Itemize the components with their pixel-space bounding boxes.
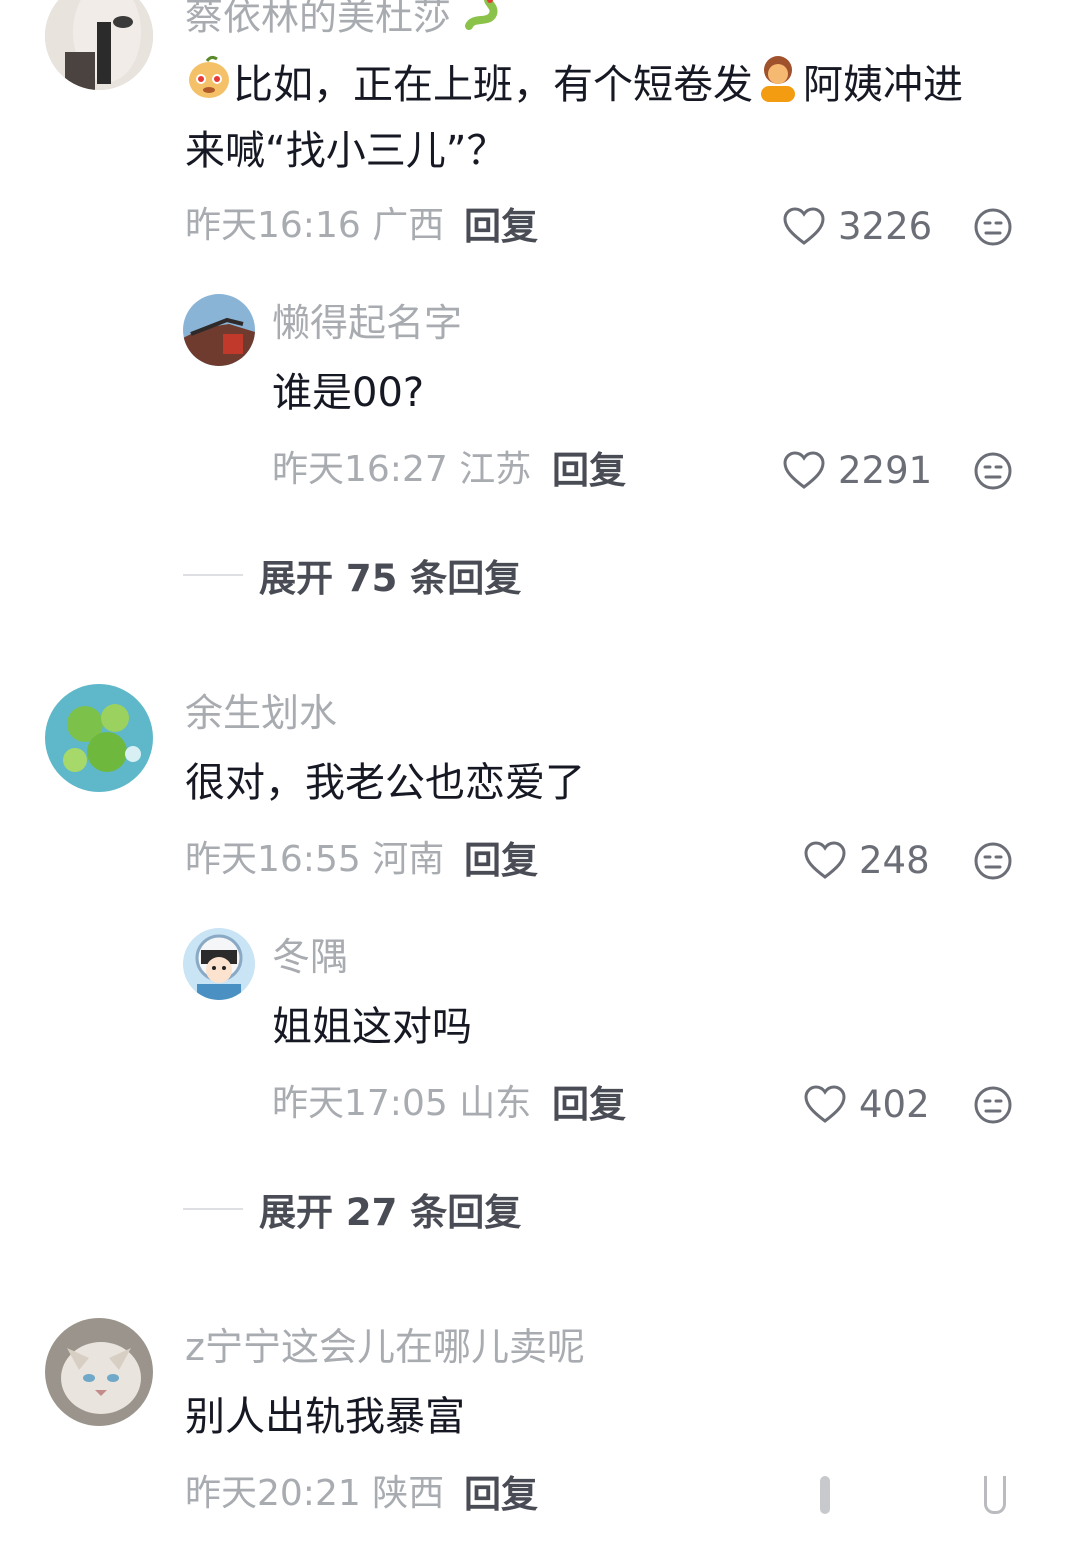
like-button-partial[interactable] [820,1476,830,1514]
divider [183,574,243,576]
reply-button[interactable]: 回复 [464,842,538,879]
comment-text: 比如，正在上班，有个短卷发 阿姨冲进 [185,52,963,122]
like-count: 248 [859,838,930,882]
avatar[interactable] [45,0,153,90]
heart-icon [804,841,846,879]
expand-replies-button[interactable]: 展开 75 条回复 [183,548,521,602]
dislike-icon-partial[interactable] [984,1476,1006,1514]
expand-replies-label: 展开 75 条回复 [259,557,522,600]
like-button[interactable]: 2291 [782,450,932,490]
like-button[interactable]: 3226 [782,206,932,246]
like-count: 3226 [838,204,933,248]
comment-text: 谁是00? [272,370,425,416]
expand-replies-label: 展开 27 条回复 [259,1191,522,1234]
comment-meta: 昨天16:55 河南 [185,839,445,880]
avatar[interactable] [45,684,153,792]
comment-username[interactable]: 懒得起名字 [272,304,462,342]
peach-face-icon [185,53,233,121]
comment-meta: 昨天20:21 陕西 [185,1473,445,1514]
reply-button[interactable]: 回复 [552,1086,626,1123]
like-count: 2291 [838,448,933,492]
dislike-icon[interactable] [973,1085,1013,1125]
snake-icon [463,0,507,42]
comment-username[interactable]: 蔡依林的美杜莎 [185,0,507,42]
heart-icon [783,451,825,489]
dislike-icon[interactable] [973,841,1013,881]
comment-text-line2: 来喊“找小三儿”？ [185,128,507,174]
comment-meta: 昨天17:05 山东 [272,1083,532,1124]
comment-meta: 昨天16:16 广西 [185,205,445,246]
expand-replies-button[interactable]: 展开 27 条回复 [183,1182,521,1236]
avatar[interactable] [183,928,255,1000]
reply-button[interactable]: 回复 [464,208,538,245]
like-button[interactable]: 402 [803,1084,930,1124]
comment-username[interactable]: 余生划水 [185,694,337,732]
like-button[interactable]: 248 [803,840,930,880]
comment-username[interactable]: 冬隅 [272,938,348,976]
avatar[interactable] [45,1318,153,1426]
curly-hair-person-icon [753,52,803,122]
comment-text: 姐姐这对吗 [272,1004,472,1050]
divider [183,1208,243,1210]
reply-button[interactable]: 回复 [464,1476,538,1513]
heart-icon [804,1085,846,1123]
dislike-icon[interactable] [973,207,1013,247]
like-count: 402 [859,1082,930,1126]
avatar[interactable] [183,294,255,366]
comment-username[interactable]: z宁宁这会儿在哪儿卖呢 [185,1328,585,1366]
heart-icon [783,207,825,245]
comment-meta: 昨天16:27 江苏 [272,449,532,490]
reply-button[interactable]: 回复 [552,452,626,489]
comment-text: 很对，我老公也恋爱了 [185,760,585,806]
dislike-icon[interactable] [973,451,1013,491]
comment-text: 别人出轨我暴富 [185,1394,465,1440]
